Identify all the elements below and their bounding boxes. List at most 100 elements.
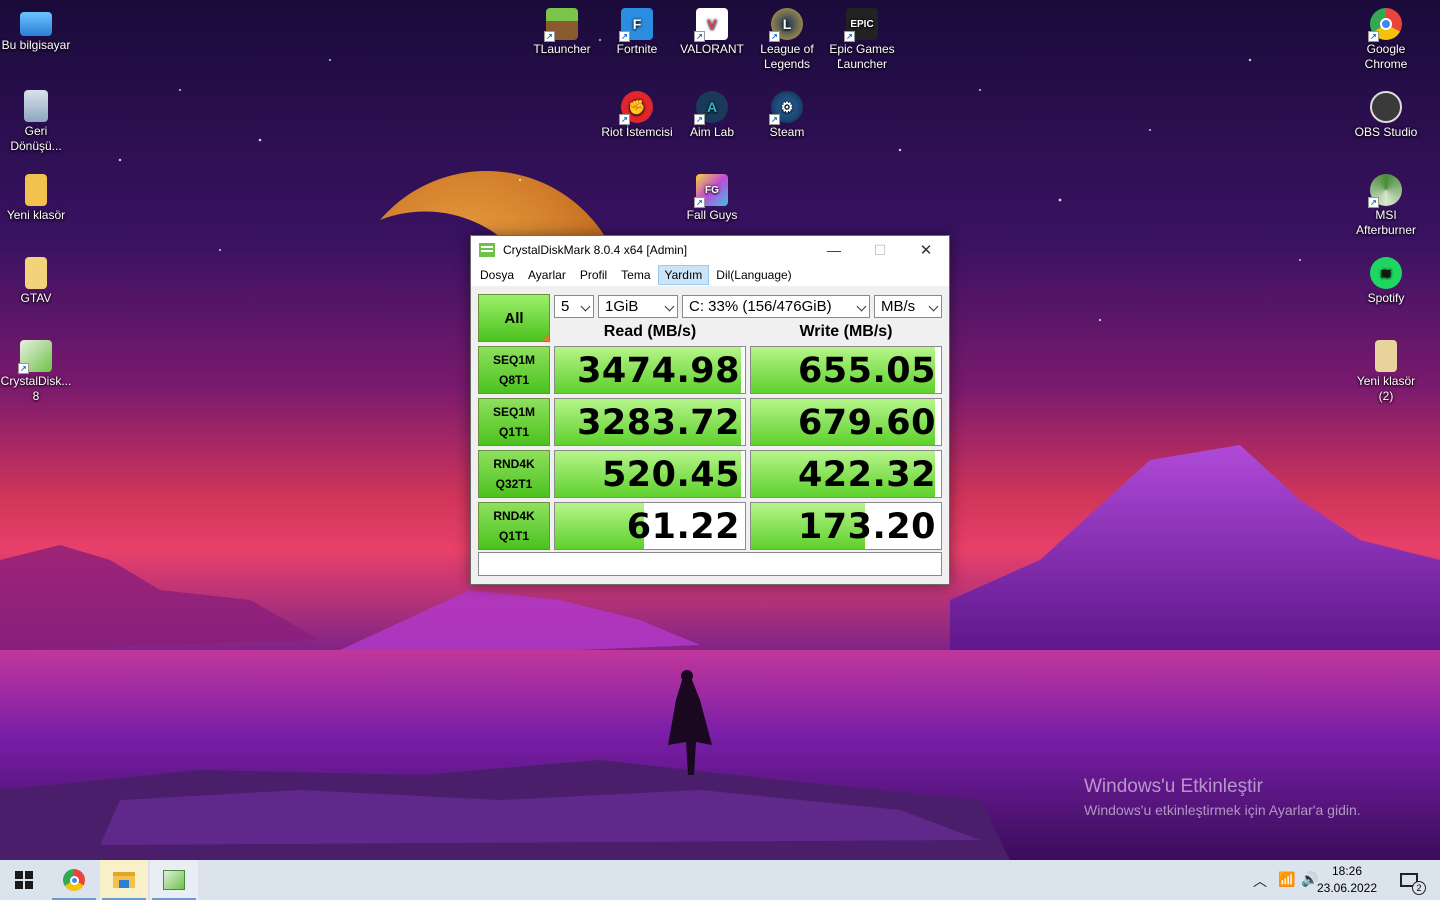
shortcut-arrow-icon: ↗ [1368, 197, 1379, 208]
write-result: 679.60 [750, 398, 942, 446]
desktop-icon-label: Spotify [1367, 291, 1405, 305]
desktop-icon-recycle-bin[interactable]: Geri Dönüşü... [0, 90, 74, 154]
test-params: Q8T1 [498, 373, 529, 387]
test-seq1m-q8t1-button[interactable]: SEQ1M Q8T1 [478, 346, 550, 394]
desktop-icon-new-folder-2[interactable]: Yeni klasör (2) [1348, 340, 1424, 404]
shortcut-arrow-icon: ↗ [18, 363, 29, 374]
read-value: 61.22 [626, 507, 740, 547]
start-button[interactable] [0, 860, 48, 900]
write-result: 655.05 [750, 346, 942, 394]
desktop-icon-crystaldiskmark[interactable]: ↗ CrystalDisk... 8 [0, 340, 74, 404]
test-count-select[interactable]: 5 [554, 295, 594, 318]
write-result: 173.20 [750, 502, 942, 550]
folder-icon [25, 257, 47, 289]
fortnite-icon: F ↗ [619, 8, 653, 42]
desktop-icon-tlauncher[interactable]: ↗ TLauncher [524, 8, 600, 57]
shortcut-arrow-icon: ↗ [844, 31, 855, 42]
shortcut-arrow-icon: ↗ [694, 31, 705, 42]
chevron-down-icon [664, 301, 675, 312]
unit-value: MB/s [881, 298, 916, 315]
crystaldiskmark-icon: ↗ [18, 340, 52, 374]
taskbar-file-explorer-button[interactable] [100, 860, 148, 900]
read-value: 3474.98 [577, 351, 740, 391]
start-icon [15, 871, 33, 889]
folder-icon [25, 174, 47, 206]
desktop-icon-league-of-legends[interactable]: L ↗ League of Legends [749, 8, 825, 72]
desktop-icon-label: League of Legends [760, 42, 814, 71]
write-value: 422.32 [797, 455, 936, 495]
read-result: 520.45 [554, 450, 746, 498]
taskbar-chrome-button[interactable] [50, 860, 98, 900]
desktop-icon-label: Riot İstemcisi [601, 125, 673, 139]
test-size-select[interactable]: 1GiB [598, 295, 678, 318]
desktop-icon-fall-guys[interactable]: FG ↗ Fall Guys [674, 174, 750, 223]
desktop-icon-riot-client[interactable]: ✊ ↗ Riot İstemcisi [599, 91, 675, 140]
shortcut-arrow-icon: ↗ [694, 197, 705, 208]
read-column-header: Read (MB/s) [603, 323, 697, 340]
benchmark-panel: All 5 1GiB C: 33% (156/476GiB) MB/s Read… [471, 286, 949, 584]
write-value: 173.20 [797, 507, 936, 547]
menu-file[interactable]: Dosya [473, 265, 521, 285]
shortcut-arrow-icon: ↗ [694, 114, 705, 125]
menu-theme[interactable]: Tema [614, 265, 657, 285]
run-all-button[interactable]: All [478, 294, 550, 342]
menu-language[interactable]: Dil(Language) [709, 265, 798, 285]
desktop-icon-msi-afterburner[interactable]: ↗ MSI Afterburner [1348, 174, 1424, 238]
desktop-icon-spotify[interactable]: ≋ Spotify [1348, 257, 1424, 306]
spotify-icon: ≋ [1370, 257, 1402, 289]
desktop-icon-valorant[interactable]: V ↗ VALORANT [674, 8, 750, 57]
unit-select[interactable]: MB/s [874, 295, 942, 318]
close-button[interactable]: ✕ [903, 236, 949, 264]
desktop-icon-this-pc[interactable]: Bu bilgisayar [0, 8, 74, 53]
activation-title: Windows'u Etkinleştir [1084, 776, 1263, 797]
test-rnd4k-q32t1-button[interactable]: RND4K Q32T1 [478, 450, 550, 498]
desktop-icon-aim-lab[interactable]: A ↗ Aim Lab [674, 91, 750, 140]
drive-select[interactable]: C: 33% (156/476GiB) [682, 295, 870, 318]
desktop-icon-google-chrome[interactable]: ↗ Google Chrome [1348, 8, 1424, 72]
test-name: RND4K [493, 457, 535, 471]
menu-settings[interactable]: Ayarlar [521, 265, 573, 285]
desktop-icon-obs-studio[interactable]: OBS Studio [1348, 91, 1424, 140]
title-bar[interactable]: CrystalDiskMark 8.0.4 x64 [Admin] — ☐ ✕ [471, 236, 949, 264]
test-params: Q1T1 [498, 529, 529, 543]
desktop-icon-label: OBS Studio [1354, 125, 1418, 139]
menu-profile[interactable]: Profil [573, 265, 614, 285]
desktop-icon-fortnite[interactable]: F ↗ Fortnite [599, 8, 675, 57]
show-hidden-icons-button[interactable]: ︿ [1253, 871, 1267, 891]
desktop-icon-label: VALORANT [680, 42, 744, 56]
notification-count-badge: 2 [1412, 881, 1426, 895]
fall-guys-icon: FG ↗ [694, 174, 728, 208]
network-icon[interactable]: 📶 [1278, 871, 1295, 888]
desktop-icon-gtav[interactable]: GTAV [0, 257, 74, 306]
read-result: 61.22 [554, 502, 746, 550]
menu-help[interactable]: Yardım [657, 264, 710, 285]
test-seq1m-q1t1-button[interactable]: SEQ1M Q1T1 [478, 398, 550, 446]
desktop-icon-label: Epic Games Launcher [829, 42, 895, 71]
desktop-icon-label: Yeni klasör (2) [1356, 374, 1416, 403]
desktop-icon-steam[interactable]: ⚙ ↗ Steam [749, 91, 825, 140]
clock[interactable]: 18:26 23.06.2022 [1312, 863, 1382, 897]
folder-icon [1375, 340, 1397, 372]
shortcut-arrow-icon: ↗ [1368, 31, 1379, 42]
window-title: CrystalDiskMark 8.0.4 x64 [Admin] [503, 243, 688, 257]
read-result: 3474.98 [554, 346, 746, 394]
notification-center-button[interactable]: 2 [1386, 860, 1432, 900]
test-params: Q1T1 [498, 425, 529, 439]
menu-bar: Dosya Ayarlar Profil Tema Yardım Dil(Lan… [471, 264, 949, 286]
test-size-value: 1GiB [605, 298, 639, 315]
desktop-icon-new-folder[interactable]: Yeni klasör [0, 174, 74, 223]
desktop-icon-epic-games[interactable]: EPIC ↗ Epic Games Launcher [824, 8, 900, 72]
chrome-icon: ↗ [1368, 8, 1402, 42]
test-rnd4k-q1t1-button[interactable]: RND4K Q1T1 [478, 502, 550, 550]
desktop-icon-label: Aim Lab [689, 125, 735, 139]
taskbar: ︿ 📶 🔊 18:26 23.06.2022 2 [0, 860, 1440, 900]
taskbar-crystaldiskmark-button[interactable] [150, 860, 198, 900]
comment-input[interactable] [478, 552, 942, 576]
test-name: SEQ1M [492, 353, 535, 367]
desktop-icon-label: CrystalDisk... 8 [0, 374, 72, 403]
file-explorer-icon [113, 872, 135, 888]
clock-time: 18:26 [1331, 864, 1363, 878]
write-column-header: Write (MB/s) [799, 323, 893, 340]
maximize-button[interactable]: ☐ [857, 236, 903, 264]
minimize-button[interactable]: — [811, 236, 857, 264]
